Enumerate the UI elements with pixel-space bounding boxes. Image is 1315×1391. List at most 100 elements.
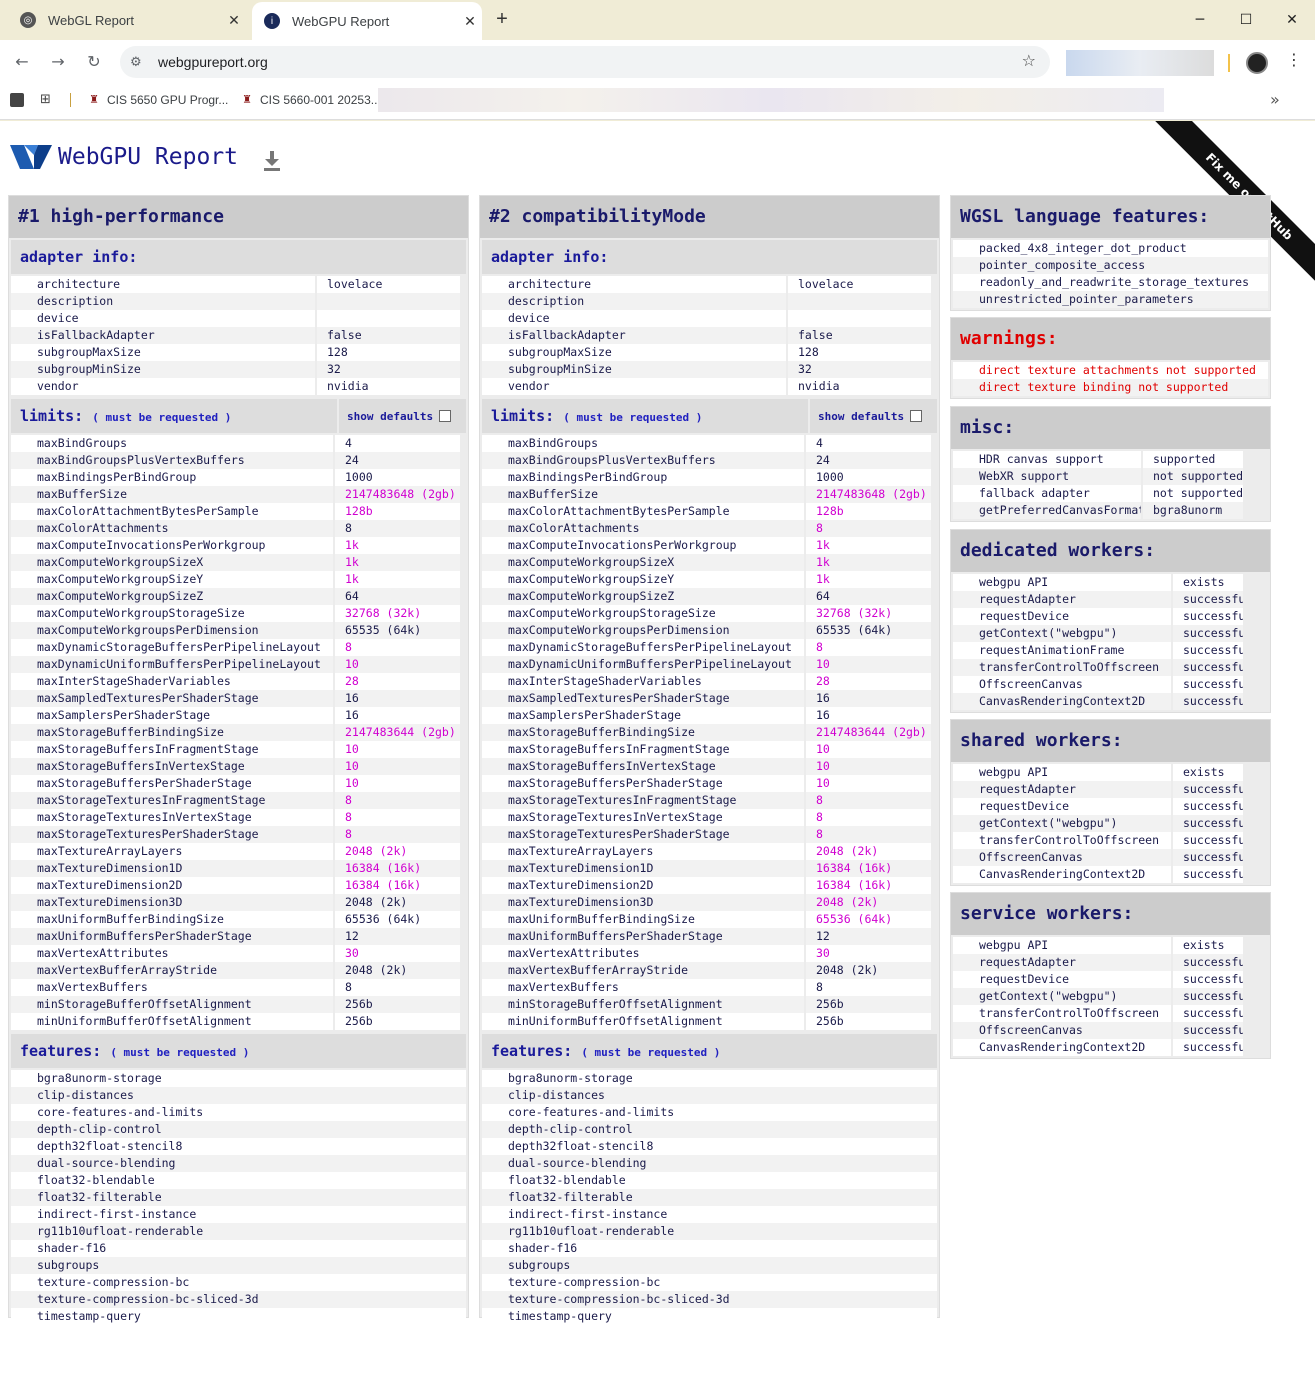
row-value: 1k [806,571,931,588]
table-row: maxBufferSize 2147483648 (2gb) [11,486,466,503]
row-value: lovelace [317,276,460,293]
must-be-requested-link[interactable]: ( must be requested ) [92,411,231,424]
item-text: bgra8unorm-storage [11,1070,466,1087]
apps-grid-icon[interactable]: ⊞ [40,93,54,107]
site-info-icon[interactable]: ⚙ [130,55,150,70]
profile-avatar-icon[interactable] [1246,52,1268,74]
shared-workers-panel: shared workers: webgpu API exists requestAd… [950,719,1271,886]
table-row: maxComputeWorkgroupSizeY 1k [482,571,937,588]
row-key: maxComputeWorkgroupSizeZ [482,588,804,605]
rows: webgpu APIexistsrequestAdaptersuccessful… [951,572,1270,712]
tab-webgpu-report[interactable]: i WebGPU Report ✕ [252,2,482,40]
back-arrow-icon[interactable]: ← [10,50,34,74]
item-text: float32-blendable [482,1172,937,1189]
square-icon[interactable] [10,93,24,107]
table-row: maxTextureArrayLayers 2048 (2k) [11,843,466,860]
row-value: 10 [335,741,460,758]
tab-title: WebGL Report [48,12,134,28]
item-text: unrestricted_pointer_parameters [953,291,1268,308]
table-row: requestDevicesuccessful [953,971,1268,988]
divider [70,93,71,107]
table-row: fallback adapter not supported [953,485,1268,502]
must-be-requested-link[interactable]: ( must be requested ) [581,1046,720,1059]
table-row: getPreferredCanvasFormat bgra8unorm [953,502,1268,519]
show-defaults-checkbox[interactable] [910,410,923,422]
row-value: 65536 (64k) [806,911,931,928]
table-row: subgroupMaxSize 128 [482,344,937,361]
row-value: 128 [317,344,460,361]
table-row: transferControlToOffscreensuccessful [953,832,1268,849]
service-workers-panel: service workers: webgpu API exists requestA… [950,892,1271,1059]
download-icon[interactable] [262,149,282,171]
row-value: 24 [806,452,931,469]
table-row: OffscreenCanvassuccessful [953,1022,1268,1039]
row-value: 16 [806,690,931,707]
close-icon[interactable]: ✕ [222,12,246,29]
table-row: maxSamplersPerShaderStage 16 [11,707,466,724]
row-value: 16384 (16k) [335,860,460,877]
show-defaults-checkbox[interactable] [439,410,452,422]
window-close-icon[interactable]: ✕ [1277,6,1307,34]
row-value: 8 [806,639,931,656]
bookmark-star-icon[interactable]: ☆ [1022,51,1036,70]
item-text: texture-compression-bc-sliced-3d [11,1291,466,1308]
row-value: 16 [335,690,460,707]
row-value: 30 [335,945,460,962]
new-tab-plus-icon[interactable]: + [490,8,514,32]
table-row: minStorageBufferOffsetAlignment 256b [11,996,466,1013]
bookmark-cis5650[interactable]: ♜ CIS 5650 GPU Progr... [87,93,228,107]
bookmark-cis5660[interactable]: ♜ CIS 5660-001 20253... [240,93,381,107]
maximize-icon[interactable]: ☐ [1231,6,1261,34]
forward-arrow-icon[interactable]: → [46,50,70,74]
table-row: maxComputeWorkgroupSizeZ 64 [11,588,466,605]
table-row: getContext("webgpu")successful [953,815,1268,832]
show-defaults-toggle[interactable]: show defaults [808,399,940,433]
must-be-requested-link[interactable]: ( must be requested ) [110,1046,249,1059]
table-row: transferControlToOffscreensuccessful [953,1005,1268,1022]
row-key: architecture [11,276,315,293]
item-text: core-features-and-limits [482,1104,937,1121]
must-be-requested-link[interactable]: ( must be requested ) [563,411,702,424]
chevron-more-icon[interactable]: » [1270,90,1280,109]
row-value: 28 [335,673,460,690]
tab-webgl-report[interactable]: ◎ WebGL Report ✕ [8,0,246,40]
show-defaults-toggle[interactable]: show defaults [337,399,469,433]
row-key: maxTextureDimension1D [482,860,804,877]
row-value: 8 [806,520,931,537]
row-key: transferControlToOffscreen [953,832,1171,849]
address-bar[interactable]: ⚙ webgpureport.org ☆ [120,46,1050,78]
row-value: 32768 (32k) [806,605,931,622]
extensions-area[interactable] [1066,50,1214,76]
row-value: false [317,327,460,344]
table-row: device [482,310,937,327]
table-row: maxTextureDimension2D 16384 (16k) [482,877,937,894]
row-key: HDR canvas support [953,451,1141,468]
row-value: nvidia [788,378,931,395]
row-key: maxTextureDimension2D [482,877,804,894]
reload-icon[interactable]: ↻ [82,50,106,74]
url-text[interactable]: webgpureport.org [158,54,268,70]
close-icon[interactable]: ✕ [458,13,482,30]
row-key: maxBufferSize [11,486,333,503]
row-value: 10 [335,775,460,792]
row-key: requestAdapter [953,591,1171,608]
row-value: nvidia [317,378,460,395]
table-row: architecture lovelace [11,276,466,293]
row-value: false [788,327,931,344]
item-text: depth-clip-control [11,1121,466,1138]
item-text: depth-clip-control [482,1121,937,1138]
table-row: maxComputeWorkgroupsPerDimension 65535 (6… [11,622,466,639]
minimize-icon[interactable]: ─ [1185,6,1215,34]
kebab-menu-icon[interactable]: ⋮ [1284,50,1304,74]
row-value: 128b [806,503,931,520]
table-row: maxColorAttachments 8 [482,520,937,537]
row-value: bgra8unorm [1143,502,1243,519]
table-row: maxStorageBuffersPerShaderStage 10 [11,775,466,792]
row-key: maxStorageBufferBindingSize [482,724,804,741]
item-text: packed_4x8_integer_dot_product [953,240,1268,257]
row-value: 65535 (64k) [335,622,460,639]
row-key: getContext("webgpu") [953,988,1171,1005]
table-row: HDR canvas support supported [953,451,1268,468]
table-row: maxStorageBuffersInFragmentStage 10 [482,741,937,758]
row-key: vendor [11,378,315,395]
